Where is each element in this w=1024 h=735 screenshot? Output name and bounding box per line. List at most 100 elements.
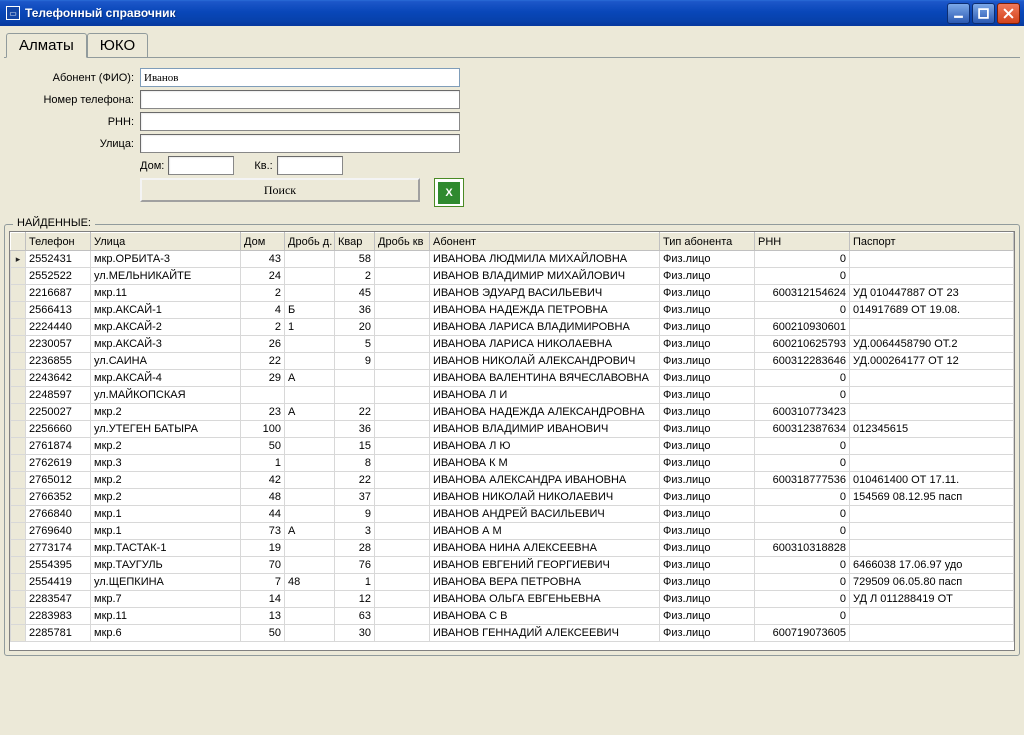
cell-type: Физ.лицо <box>660 319 755 336</box>
table-row[interactable]: 2224440мкр.АКСАЙ-22120ИВАНОВА ЛАРИСА ВЛА… <box>11 319 1014 336</box>
row-indicator <box>11 608 26 625</box>
cell-street: мкр.11 <box>91 608 241 625</box>
cell-abon: ИВАНОВА ЛЮДМИЛА МИХАЙЛОВНА <box>430 251 660 268</box>
cell-street: ул.ЩЕПКИНА <box>91 574 241 591</box>
table-row[interactable]: 2552522ул.МЕЛЬНИКАЙТЕ242ИВАНОВ ВЛАДИМИР … <box>11 268 1014 285</box>
cell-kvart: 2 <box>335 268 375 285</box>
minimize-button[interactable] <box>947 3 970 24</box>
table-row[interactable]: 2283983мкр.111363ИВАНОВА С ВФиз.лицо0 <box>11 608 1014 625</box>
cell-kvart: 36 <box>335 302 375 319</box>
search-panel: Абонент (ФИО): Номер телефона: РНН: Улиц… <box>4 57 1020 218</box>
table-row[interactable]: 2769640мкр.173А3ИВАНОВ А МФиз.лицо0 <box>11 523 1014 540</box>
cell-type: Физ.лицо <box>660 438 755 455</box>
col-drob[interactable]: Дробь д. <box>285 233 335 251</box>
table-row[interactable]: 2236855ул.САИНА229ИВАНОВ НИКОЛАЙ АЛЕКСАН… <box>11 353 1014 370</box>
cell-street: мкр.3 <box>91 455 241 472</box>
cell-phone: 2250027 <box>26 404 91 421</box>
fio-input[interactable] <box>140 68 460 87</box>
table-row[interactable]: 2765012мкр.24222ИВАНОВА АЛЕКСАНДРА ИВАНО… <box>11 472 1014 489</box>
cell-street: мкр.7 <box>91 591 241 608</box>
table-row[interactable]: 2762619мкр.318ИВАНОВА К МФиз.лицо0 <box>11 455 1014 472</box>
cell-pass <box>850 455 1014 472</box>
maximize-button[interactable] <box>972 3 995 24</box>
row-indicator <box>11 404 26 421</box>
col-abon[interactable]: Абонент <box>430 233 660 251</box>
cell-house: 22 <box>241 353 285 370</box>
rnn-input[interactable] <box>140 112 460 131</box>
cell-drob <box>285 421 335 438</box>
cell-phone: 2769640 <box>26 523 91 540</box>
cell-rnn: 600312387634 <box>755 421 850 438</box>
table-row[interactable]: 2283547мкр.71412ИВАНОВА ОЛЬГА ЕВГЕНЬЕВНА… <box>11 591 1014 608</box>
cell-pass: 154569 08.12.95 пасп <box>850 489 1014 506</box>
cell-drobkv <box>375 540 430 557</box>
table-row[interactable]: 2773174мкр.ТАСТАК-11928ИВАНОВА НИНА АЛЕК… <box>11 540 1014 557</box>
app-icon: ▭ <box>6 6 20 20</box>
cell-phone: 2773174 <box>26 540 91 557</box>
cell-rnn: 0 <box>755 523 850 540</box>
excel-icon: X <box>438 182 460 204</box>
cell-phone: 2285781 <box>26 625 91 642</box>
col-house[interactable]: Дом <box>241 233 285 251</box>
label-house: Дом: <box>140 160 168 172</box>
table-row[interactable]: 2285781мкр.65030ИВАНОВ ГЕННАДИЙ АЛЕКСЕЕВ… <box>11 625 1014 642</box>
cell-pass: УД.0064458790 ОТ.2 <box>850 336 1014 353</box>
cell-pass <box>850 251 1014 268</box>
table-row[interactable]: 2230057мкр.АКСАЙ-3265ИВАНОВА ЛАРИСА НИКО… <box>11 336 1014 353</box>
col-street[interactable]: Улица <box>91 233 241 251</box>
street-input[interactable] <box>140 134 460 153</box>
table-row[interactable]: 2766840мкр.1449ИВАНОВ АНДРЕЙ ВАСИЛЬЕВИЧФ… <box>11 506 1014 523</box>
table-row[interactable]: 2766352мкр.24837ИВАНОВ НИКОЛАЙ НИКОЛАЕВИ… <box>11 489 1014 506</box>
table-row[interactable]: 2256660ул.УТЕГЕН БАТЫРА10036ИВАНОВ ВЛАДИ… <box>11 421 1014 438</box>
cell-kvart: 36 <box>335 421 375 438</box>
cell-drobkv <box>375 557 430 574</box>
cell-drobkv <box>375 336 430 353</box>
col-drobkv[interactable]: Дробь кв <box>375 233 430 251</box>
label-rnn: РНН: <box>12 116 140 128</box>
cell-type: Физ.лицо <box>660 268 755 285</box>
table-row[interactable]: 2554419ул.ЩЕПКИНА7481ИВАНОВА ВЕРА ПЕТРОВ… <box>11 574 1014 591</box>
search-button[interactable]: Поиск <box>140 178 420 202</box>
cell-type: Физ.лицо <box>660 251 755 268</box>
cell-house: 2 <box>241 319 285 336</box>
cell-pass: 012345615 <box>850 421 1014 438</box>
phone-input[interactable] <box>140 90 460 109</box>
cell-drob <box>285 455 335 472</box>
tab-almaty[interactable]: Алматы <box>6 33 87 58</box>
cell-kvart: 20 <box>335 319 375 336</box>
table-row[interactable]: 2552431мкр.ОРБИТА-34358ИВАНОВА ЛЮДМИЛА М… <box>11 251 1014 268</box>
close-button[interactable] <box>997 3 1020 24</box>
tab-uko[interactable]: ЮКО <box>87 33 148 57</box>
cell-drobkv <box>375 472 430 489</box>
table-row[interactable]: 2566413мкр.АКСАЙ-14Б36ИВАНОВА НАДЕЖДА ПЕ… <box>11 302 1014 319</box>
col-type[interactable]: Тип абонента <box>660 233 755 251</box>
results-scroll[interactable]: Телефон Улица Дом Дробь д. Квар Дробь кв… <box>10 232 1014 650</box>
table-row[interactable]: 2554395мкр.ТАУГУЛЬ7076ИВАНОВ ЕВГЕНИЙ ГЕО… <box>11 557 1014 574</box>
cell-phone: 2761874 <box>26 438 91 455</box>
cell-type: Физ.лицо <box>660 387 755 404</box>
cell-kvart: 9 <box>335 353 375 370</box>
table-row[interactable]: 2250027мкр.223А22ИВАНОВА НАДЕЖДА АЛЕКСАН… <box>11 404 1014 421</box>
col-rnn[interactable]: РНН <box>755 233 850 251</box>
cell-type: Физ.лицо <box>660 574 755 591</box>
results-grid[interactable]: Телефон Улица Дом Дробь д. Квар Дробь кв… <box>9 231 1015 651</box>
export-excel-button[interactable]: X <box>434 178 464 207</box>
table-row[interactable]: 2248597ул.МАЙКОПСКАЯИВАНОВА Л ИФиз.лицо0 <box>11 387 1014 404</box>
cell-abon: ИВАНОВА ВАЛЕНТИНА ВЯЧЕСЛАВОВНА <box>430 370 660 387</box>
flat-input[interactable] <box>277 156 343 175</box>
cell-house: 2 <box>241 285 285 302</box>
cell-street: мкр.2 <box>91 472 241 489</box>
label-fio: Абонент (ФИО): <box>12 72 140 84</box>
cell-house <box>241 387 285 404</box>
cell-kvart: 28 <box>335 540 375 557</box>
cell-abon: ИВАНОВА АЛЕКСАНДРА ИВАНОВНА <box>430 472 660 489</box>
cell-drobkv <box>375 302 430 319</box>
house-input[interactable] <box>168 156 234 175</box>
table-row[interactable]: 2216687мкр.11245ИВАНОВ ЭДУАРД ВАСИЛЬЕВИЧ… <box>11 285 1014 302</box>
cell-street: мкр.2 <box>91 489 241 506</box>
col-kvart[interactable]: Квар <box>335 233 375 251</box>
col-phone[interactable]: Телефон <box>26 233 91 251</box>
table-row[interactable]: 2761874мкр.25015ИВАНОВА Л ЮФиз.лицо0 <box>11 438 1014 455</box>
table-row[interactable]: 2243642мкр.АКСАЙ-429АИВАНОВА ВАЛЕНТИНА В… <box>11 370 1014 387</box>
col-pass[interactable]: Паспорт <box>850 233 1014 251</box>
